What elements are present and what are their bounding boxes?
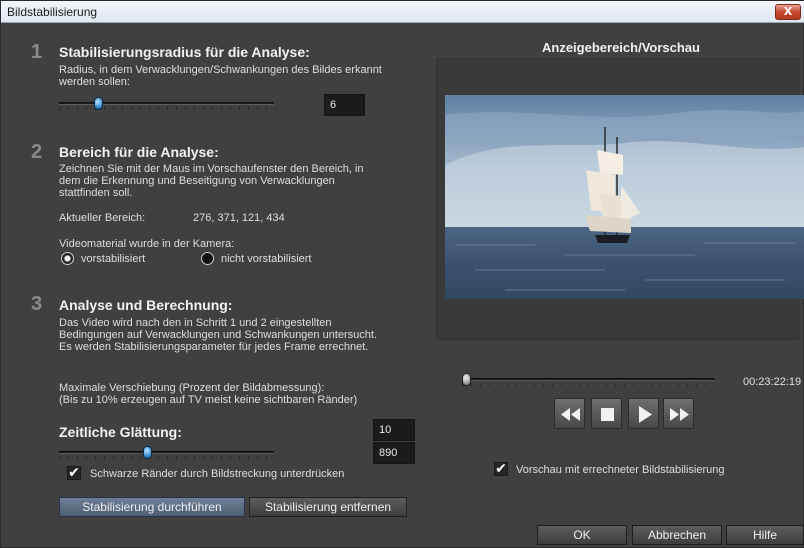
black-borders-label: Schwarze Ränder durch Bildstreckung unte… <box>90 468 345 480</box>
close-button[interactable]: X <box>775 4 801 20</box>
fast-forward-icon <box>670 408 689 421</box>
play-icon <box>639 406 652 423</box>
timeline-ticks <box>462 383 715 386</box>
stop-button[interactable] <box>591 398 622 429</box>
smoothing-value-field[interactable]: 890 <box>373 442 415 464</box>
section2-desc-line3: stattfinden soll. <box>59 187 133 199</box>
smoothing-slider-thumb[interactable] <box>143 446 152 459</box>
cancel-button[interactable]: Abbrechen <box>632 525 722 545</box>
step-number-2: 2 <box>31 141 43 163</box>
section3-desc-line3: Es werden Stabilisierungsparameter für j… <box>59 341 369 353</box>
step-number-3: 3 <box>31 293 43 315</box>
radius-slider-track <box>59 102 274 105</box>
run-stabilization-button[interactable]: Stabilisierung durchführen <box>59 497 245 517</box>
section2-desc-line2: dem die Erkennung und Beseitigung von Ve… <box>59 175 335 187</box>
section1-desc-line2: werden sollen: <box>59 76 130 88</box>
smoothing-heading: Zeitliche Glättung: <box>59 424 182 440</box>
section3-heading: Analyse und Berechnung: <box>59 297 233 313</box>
timecode: 00:23:22:19 <box>743 376 802 388</box>
stop-icon <box>601 408 614 421</box>
current-area-label: Aktueller Bereich: <box>59 212 146 224</box>
section1-heading: Stabilisierungsradius für die Analyse: <box>59 44 310 60</box>
section2-heading: Bereich für die Analyse: <box>59 144 219 160</box>
radius-slider[interactable] <box>59 96 274 112</box>
rewind-button[interactable] <box>554 398 585 429</box>
window-title: Bildstabilisierung <box>7 5 98 19</box>
play-button[interactable] <box>628 398 659 429</box>
step-number-1: 1 <box>31 41 43 63</box>
radio-stabilized-label: vorstabilisiert <box>81 253 146 265</box>
smoothing-slider[interactable] <box>59 445 274 461</box>
section1-desc-line1: Radius, in dem Verwacklungen/Schwankunge… <box>59 64 382 76</box>
max-shift-value-field[interactable]: 10 <box>373 419 415 441</box>
remove-stabilization-button[interactable]: Stabilisierung entfernen <box>249 497 407 517</box>
timeline-thumb[interactable] <box>462 373 471 386</box>
radio-not-stabilized-label: nicht vorstabilisiert <box>221 253 312 265</box>
current-area-value: 276, 371, 121, 434 <box>193 212 285 224</box>
timeline-slider[interactable] <box>462 372 715 388</box>
max-shift-label-line2: (Bis zu 10% erzeugen auf TV meist keine … <box>59 394 358 406</box>
radio-stabilized[interactable] <box>61 252 74 265</box>
preview-video[interactable] <box>445 95 804 299</box>
radius-slider-thumb[interactable] <box>94 97 103 110</box>
section2-desc-line1: Zeichnen Sie mit der Maus im Vorschaufen… <box>59 163 364 175</box>
section3-desc-line1: Das Video wird nach den in Schritt 1 und… <box>59 317 332 329</box>
radius-value-field[interactable]: 6 <box>324 94 365 116</box>
camera-label: Videomaterial wurde in der Kamera: <box>59 238 235 250</box>
fast-forward-button[interactable] <box>663 398 694 429</box>
dialog-window: Bildstabilisierung X 1 Stabilisierungsra… <box>0 0 804 548</box>
max-shift-label-line1: Maximale Verschiebung (Prozent der Bilda… <box>59 382 325 394</box>
title-bar: Bildstabilisierung X <box>1 1 804 23</box>
smoothing-slider-track <box>59 451 274 454</box>
preview-stabilized-checkbox[interactable]: ✔ <box>494 462 508 476</box>
black-borders-checkbox[interactable]: ✔ <box>67 466 81 480</box>
rewind-icon <box>561 408 580 421</box>
help-button[interactable]: Hilfe <box>726 525 804 545</box>
preview-stabilized-label: Vorschau mit errechneter Bildstabilisier… <box>516 464 725 476</box>
radio-not-stabilized[interactable] <box>201 252 214 265</box>
radius-slider-ticks <box>59 107 274 110</box>
smoothing-slider-ticks <box>59 456 274 459</box>
ok-button[interactable]: OK <box>537 525 627 545</box>
section3-desc-line2: Bedingungen auf Verwacklungen und Schwan… <box>59 329 378 341</box>
preview-heading: Anzeigebereich/Vorschau <box>542 40 700 55</box>
timeline-track <box>462 378 715 381</box>
